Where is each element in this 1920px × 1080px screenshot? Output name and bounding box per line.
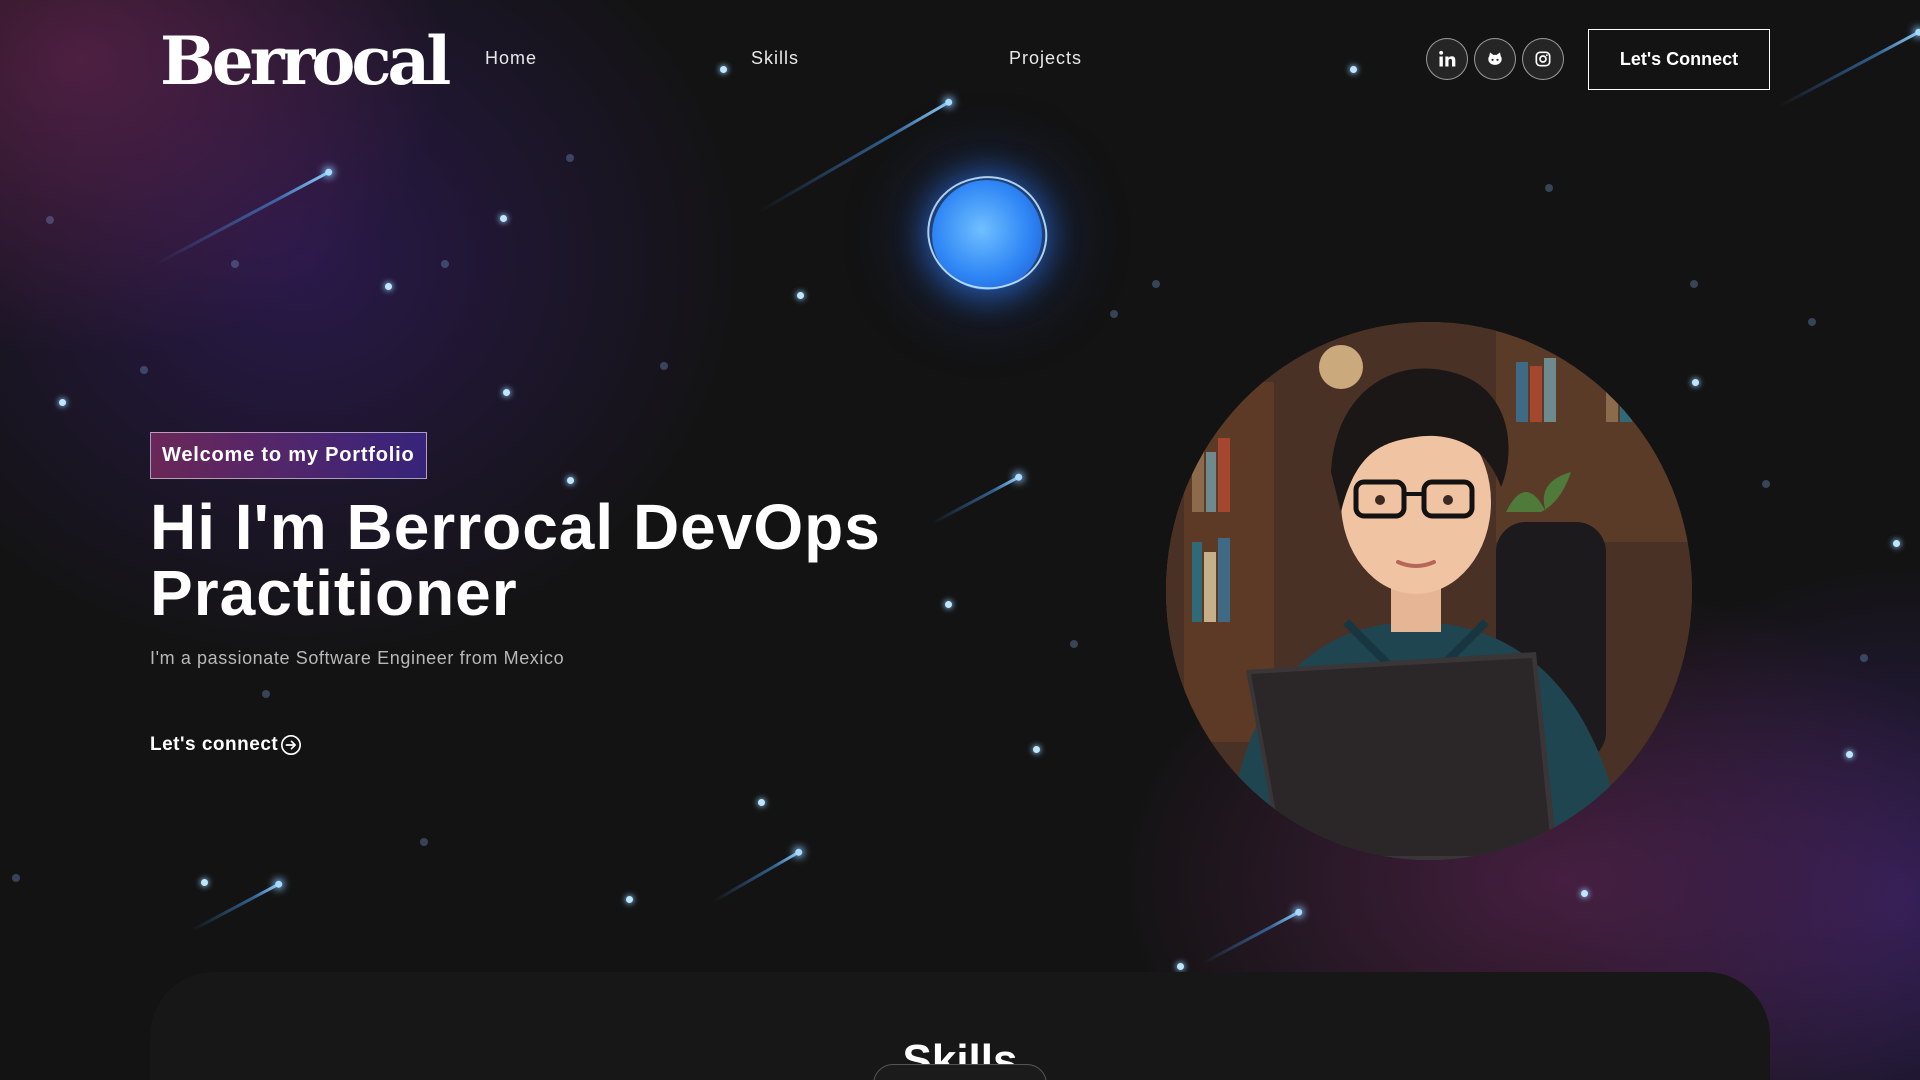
linkedin-button[interactable]: [1426, 38, 1468, 80]
dust: [1070, 640, 1078, 648]
nav-link-home[interactable]: Home: [485, 48, 537, 69]
shooting-star: [712, 850, 801, 903]
instagram-button[interactable]: [1522, 38, 1564, 80]
lets-connect-button[interactable]: Let's Connect: [1588, 29, 1770, 90]
welcome-tagline: Welcome to my Portfolio: [150, 432, 427, 479]
star: [59, 399, 66, 406]
star: [567, 477, 574, 484]
dust: [12, 874, 20, 882]
developer-avatar: [1166, 322, 1692, 860]
star: [1033, 746, 1040, 753]
dust: [420, 838, 428, 846]
skills-section: Skills: [150, 972, 1770, 1080]
brand-logo[interactable]: Berrocal: [160, 22, 451, 100]
dust: [46, 216, 54, 224]
star: [1581, 890, 1588, 897]
dust: [1762, 480, 1770, 488]
top-navbar: Berrocal Home Skills Projects Let's Conn…: [0, 0, 1920, 120]
star: [1177, 963, 1184, 970]
star: [201, 879, 208, 886]
dust: [1808, 318, 1816, 326]
shooting-star: [152, 170, 331, 267]
dust: [1545, 184, 1553, 192]
hero-connect-label: Let's connect: [150, 734, 279, 755]
star: [1893, 540, 1900, 547]
github-icon: [1488, 52, 1502, 65]
linkedin-icon: [1439, 50, 1456, 67]
hero-title: Hi I'm Berrocal DevOps Practitioner: [150, 491, 881, 629]
instagram-icon: [1535, 51, 1551, 67]
dust: [140, 366, 148, 374]
dust: [1860, 654, 1868, 662]
star: [500, 215, 507, 222]
hero-connect-link[interactable]: Let's connect: [150, 734, 302, 756]
dust: [441, 260, 449, 268]
star: [1846, 751, 1853, 758]
star: [503, 389, 510, 396]
dust: [231, 260, 239, 268]
star: [626, 896, 633, 903]
star: [797, 292, 804, 299]
dust: [262, 690, 270, 698]
dust: [1110, 310, 1118, 318]
star: [385, 283, 392, 290]
star: [758, 799, 765, 806]
developer-illustration: [1166, 322, 1692, 860]
skills-carousel-preview: [873, 1064, 1047, 1080]
arrow-right-circle-icon: [281, 735, 302, 755]
shooting-star: [1202, 910, 1301, 965]
dust: [1152, 280, 1160, 288]
dust: [660, 362, 668, 370]
star: [1692, 379, 1699, 386]
dust: [566, 154, 574, 162]
github-button[interactable]: [1474, 38, 1516, 80]
nav-link-projects[interactable]: Projects: [1009, 48, 1082, 69]
nav-link-skills[interactable]: Skills: [751, 48, 799, 69]
dust: [1690, 280, 1698, 288]
shooting-star: [191, 882, 281, 932]
hero-subtitle: I'm a passionate Software Engineer from …: [150, 648, 565, 668]
